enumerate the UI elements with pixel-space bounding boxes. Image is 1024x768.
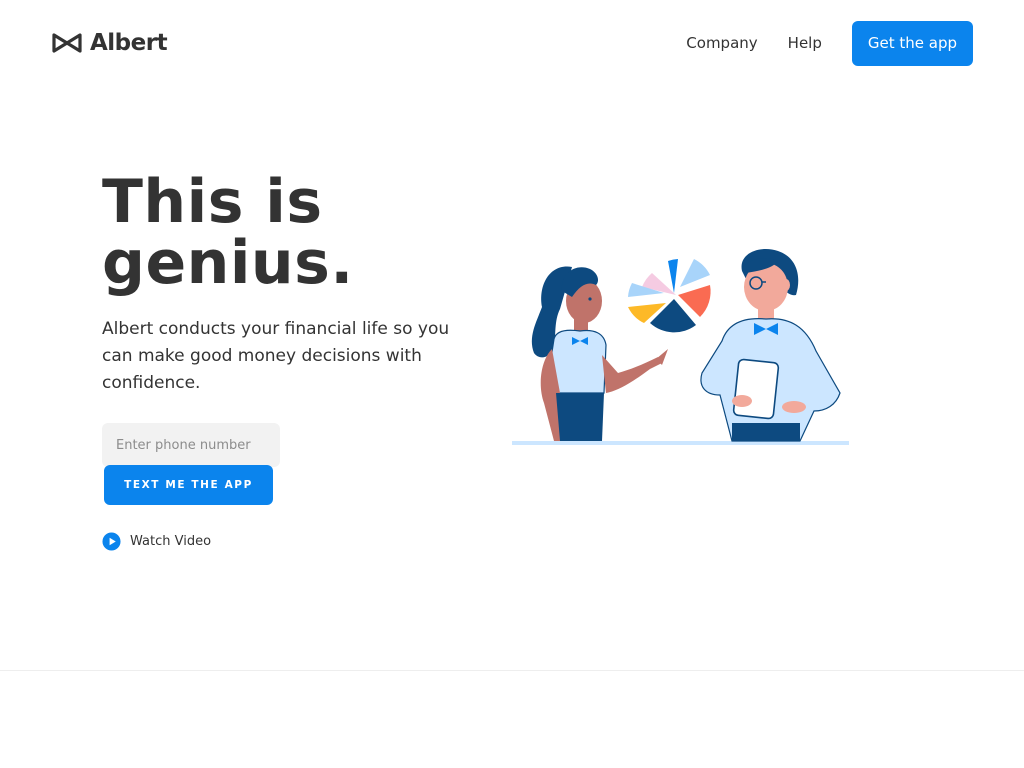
main-nav: Company Help Get the app (686, 21, 973, 66)
section-divider (0, 670, 1024, 671)
two-people-pie-chart-illustration (512, 249, 849, 445)
site-header: Albert Company Help Get the app (0, 0, 1024, 88)
hero-title: This is genius. (102, 167, 354, 298)
floating-pie-chart (628, 259, 711, 333)
watch-video-label: Watch Video (130, 534, 212, 549)
nav-link-company[interactable]: Company (686, 21, 757, 66)
hero-subtitle: Albert conducts your financial life so y… (102, 319, 450, 393)
bowtie-logo-icon (52, 33, 82, 53)
nav-link-help[interactable]: Help (788, 21, 822, 66)
watch-video-link[interactable]: Watch Video (102, 532, 211, 551)
brand-name: Albert (90, 30, 168, 56)
brand-logo[interactable]: Albert (52, 29, 168, 57)
play-circle-icon (102, 532, 121, 551)
text-me-the-app-button[interactable]: TEXT ME THE APP (104, 465, 273, 505)
man-figure (700, 249, 841, 442)
get-the-app-button[interactable]: Get the app (851, 21, 973, 66)
phone-number-input[interactable] (102, 423, 280, 467)
